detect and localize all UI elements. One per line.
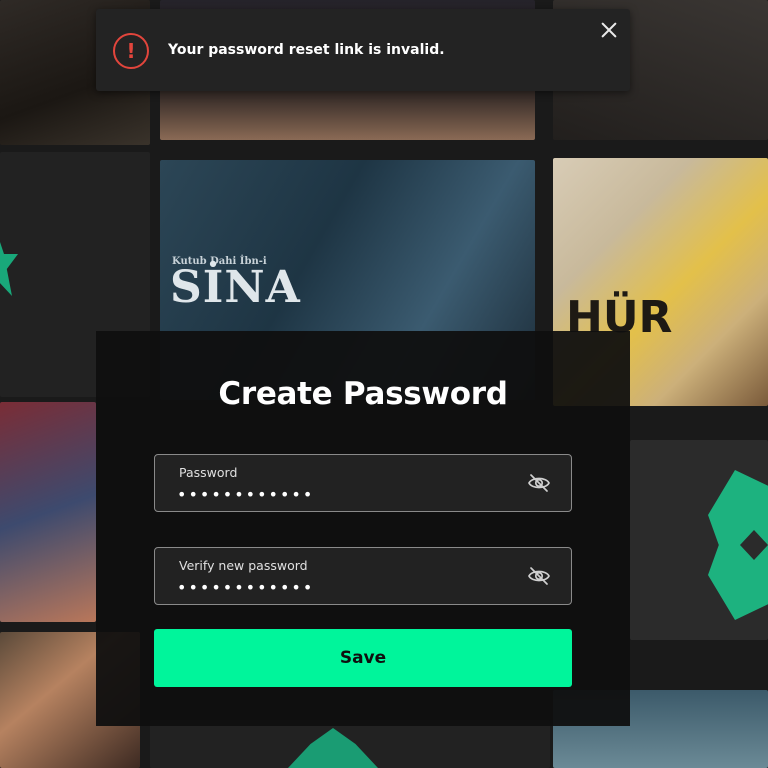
modal-title: Create Password [218, 376, 508, 412]
error-toast: ! Your password reset link is invalid. [96, 9, 630, 91]
save-button[interactable]: Save [154, 629, 572, 687]
verify-password-input[interactable] [177, 576, 507, 598]
password-input[interactable] [177, 483, 507, 505]
password-label: Password [179, 465, 238, 480]
poster-tile [0, 402, 96, 622]
eye-slash-icon[interactable] [527, 472, 551, 494]
alert-icon: ! [113, 33, 149, 69]
close-icon[interactable] [600, 21, 618, 39]
verify-password-field[interactable]: Verify new password [154, 547, 572, 605]
toast-message: Your password reset link is invalid. [168, 42, 445, 58]
password-field[interactable]: Password [154, 454, 572, 512]
create-password-modal: Create Password Password Verify new pass… [96, 331, 630, 726]
eye-slash-icon[interactable] [527, 565, 551, 587]
poster-title-sina: SİNA [170, 262, 301, 313]
verify-password-label: Verify new password [179, 558, 308, 573]
